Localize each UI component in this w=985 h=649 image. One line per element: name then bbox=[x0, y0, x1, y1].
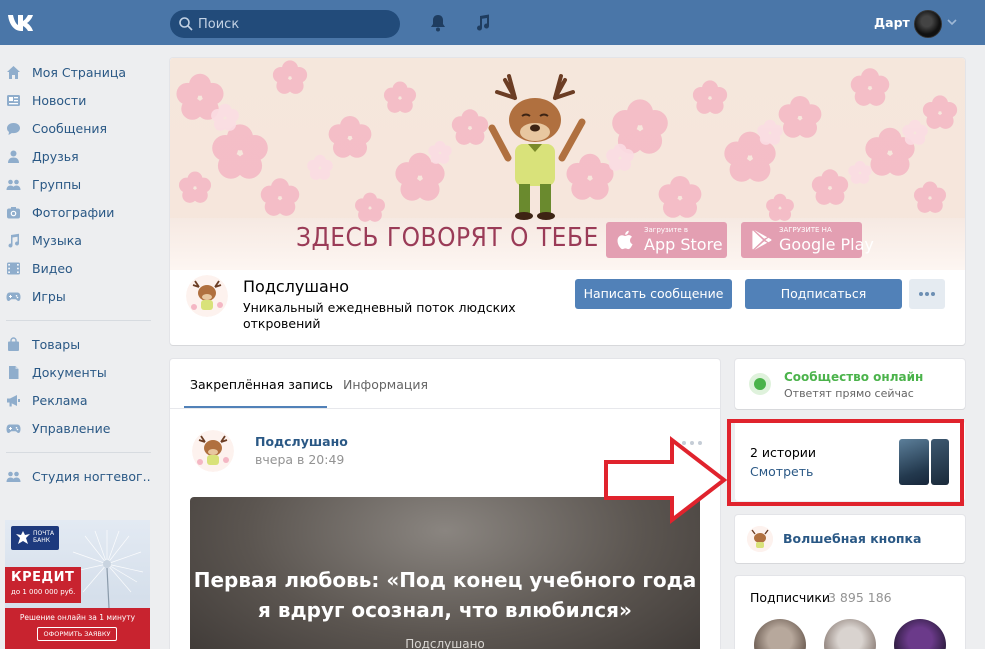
group-avatar[interactable] bbox=[186, 275, 228, 317]
google-play-icon bbox=[752, 230, 772, 250]
ad-banner[interactable]: ПОЧТА БАНК КРЕДИТ до 1 000 000 руб. Реше… bbox=[5, 520, 150, 649]
search-box[interactable] bbox=[170, 10, 400, 38]
tab-divider bbox=[170, 408, 720, 409]
menu-item-goods[interactable]: Товары bbox=[0, 330, 160, 358]
video-icon bbox=[7, 262, 20, 275]
eagle-icon bbox=[16, 531, 30, 544]
document-icon bbox=[9, 366, 19, 379]
online-title: Сообщество онлайн bbox=[784, 370, 924, 384]
google-play-button[interactable]: ЗАГРУЗИТЕ НА Google Play bbox=[741, 222, 874, 258]
group-cover-card: ЗДЕСЬ ГОВОРЯТ О ТЕБЕ Загрузите в App Sto… bbox=[170, 58, 965, 345]
menu-item-studio[interactable]: Студия ногтевог.. bbox=[0, 462, 160, 490]
apply-button[interactable]: ОФОРМИТЬ ЗАЯВКУ bbox=[37, 627, 117, 641]
arrow-right-icon bbox=[604, 435, 728, 525]
menu-item-ads[interactable]: Реклама bbox=[0, 386, 160, 414]
menu-item-games[interactable]: Игры bbox=[0, 282, 160, 310]
magic-button-avatar bbox=[747, 526, 773, 552]
cover-image: ЗДЕСЬ ГОВОРЯТ О ТЕБЕ Загрузите в App Sto… bbox=[170, 58, 965, 270]
subscribers-count: 3 895 186 bbox=[828, 590, 892, 605]
menu-item-music[interactable]: Музыка bbox=[0, 226, 160, 254]
subscriber-avatar[interactable] bbox=[824, 619, 876, 649]
write-message-button[interactable]: Написать сообщение bbox=[575, 279, 732, 309]
post-article-source: Подслушано bbox=[405, 637, 485, 649]
post-time[interactable]: вчера в 20:49 bbox=[255, 452, 344, 467]
bank-logo: ПОЧТА БАНК bbox=[11, 526, 59, 550]
ad-footer: Решение онлайн за 1 минуту ОФОРМИТЬ ЗАЯВ… bbox=[5, 608, 150, 649]
more-actions-button[interactable] bbox=[909, 279, 945, 309]
magic-button-card[interactable]: Волшебная кнопка bbox=[735, 515, 965, 563]
menu-item-documents[interactable]: Документы bbox=[0, 358, 160, 386]
groups-icon bbox=[6, 179, 21, 190]
post-author-link[interactable]: Подслушано bbox=[255, 434, 348, 449]
menu-divider bbox=[6, 452, 151, 453]
gamepad-icon bbox=[6, 292, 21, 301]
tab-pinned-post[interactable]: Закреплённая запись bbox=[190, 377, 333, 392]
vk-logo-icon[interactable] bbox=[6, 11, 42, 35]
subscriber-avatar[interactable] bbox=[894, 619, 946, 649]
user-avatar[interactable] bbox=[914, 10, 942, 38]
chevron-down-icon[interactable] bbox=[946, 17, 958, 27]
news-icon bbox=[7, 95, 20, 106]
deer-character bbox=[488, 74, 586, 220]
friends-icon bbox=[8, 150, 19, 163]
menu-item-messages[interactable]: Сообщения bbox=[0, 114, 160, 142]
menu-item-manage[interactable]: Управление bbox=[0, 414, 160, 442]
app-store-button[interactable]: Загрузите в App Store bbox=[606, 222, 727, 258]
post-author-avatar[interactable] bbox=[192, 430, 234, 472]
menu-item-groups[interactable]: Группы bbox=[0, 170, 160, 198]
tab-info[interactable]: Информация bbox=[343, 377, 428, 392]
gamepad-icon bbox=[6, 424, 21, 433]
online-indicator-icon bbox=[749, 373, 771, 395]
groups-icon bbox=[6, 471, 21, 482]
subscribers-card: Подписчики 3 895 186 bbox=[735, 576, 965, 649]
menu-divider bbox=[6, 320, 151, 321]
online-subtitle: Ответят прямо сейчас bbox=[784, 387, 914, 400]
menu-item-video[interactable]: Видео bbox=[0, 254, 160, 282]
dot-icon bbox=[931, 292, 935, 296]
dot-icon bbox=[925, 292, 929, 296]
top-bar: Дарт bbox=[0, 0, 985, 45]
menu-item-my-page[interactable]: Моя Страница bbox=[0, 58, 160, 86]
community-online-card[interactable]: Сообщество онлайн Ответят прямо сейчас bbox=[735, 359, 965, 409]
subscribe-button[interactable]: Подписаться bbox=[745, 279, 902, 309]
megaphone-icon bbox=[7, 395, 20, 407]
apple-icon bbox=[617, 230, 633, 250]
home-icon bbox=[7, 66, 20, 79]
cover-headline: ЗДЕСЬ ГОВОРЯТ О ТЕБЕ bbox=[296, 223, 599, 253]
group-name: Подслушано bbox=[243, 277, 350, 296]
user-name[interactable]: Дарт bbox=[874, 15, 910, 30]
credit-label: КРЕДИТ до 1 000 000 руб. bbox=[5, 567, 81, 603]
message-icon bbox=[7, 123, 20, 135]
post-article-title: Первая любовь: «Под конец учебного года … bbox=[193, 568, 697, 622]
group-status: Уникальный ежедневный поток людских откр… bbox=[243, 300, 516, 331]
dot-icon bbox=[919, 292, 923, 296]
menu-item-photos[interactable]: Фотографии bbox=[0, 198, 160, 226]
highlight-box bbox=[727, 419, 964, 506]
camera-icon bbox=[7, 207, 20, 219]
magic-button-link[interactable]: Волшебная кнопка bbox=[783, 531, 921, 546]
subscriber-avatar[interactable] bbox=[754, 619, 806, 649]
subscribers-title[interactable]: Подписчики bbox=[750, 590, 830, 605]
search-icon bbox=[179, 17, 193, 31]
bag-icon bbox=[8, 337, 19, 351]
music-note-icon[interactable] bbox=[473, 13, 493, 33]
menu-item-friends[interactable]: Друзья bbox=[0, 142, 160, 170]
menu-item-news[interactable]: Новости bbox=[0, 86, 160, 114]
search-input[interactable] bbox=[198, 14, 393, 34]
bell-icon[interactable] bbox=[428, 13, 448, 33]
music-icon bbox=[8, 233, 20, 248]
